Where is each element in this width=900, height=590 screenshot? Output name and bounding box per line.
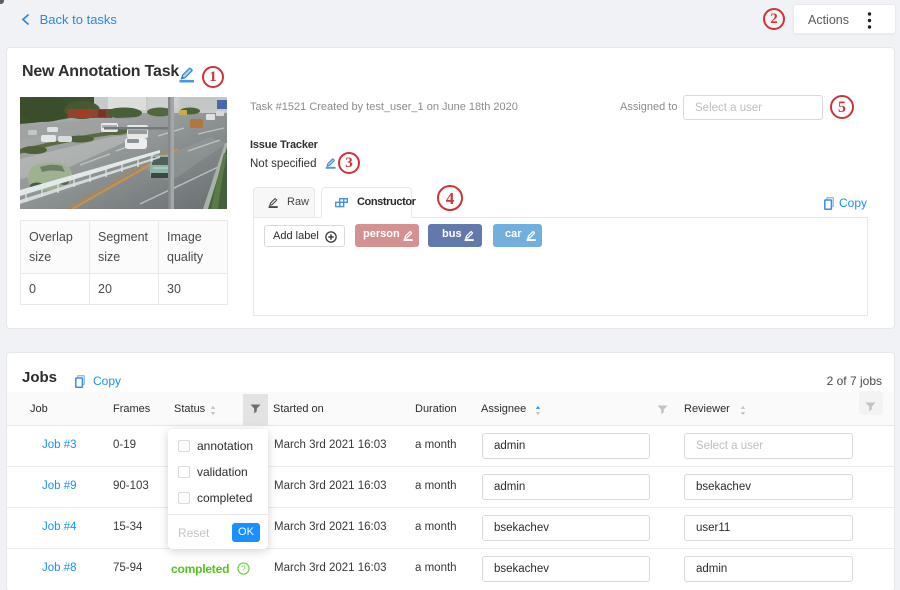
svg-text:?: ? [241, 564, 246, 573]
